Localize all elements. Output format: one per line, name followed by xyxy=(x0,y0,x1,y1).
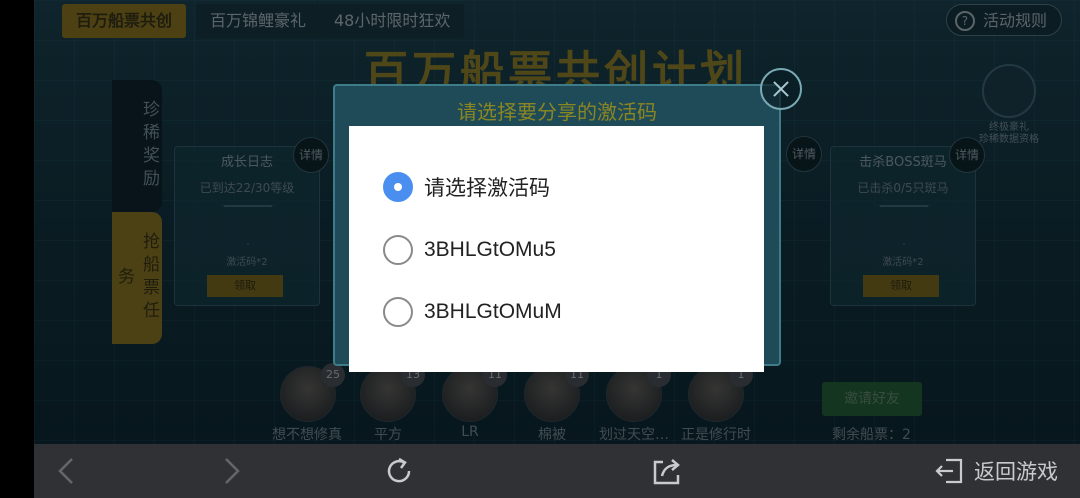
share-icon[interactable] xyxy=(650,454,684,488)
refresh-icon[interactable] xyxy=(382,454,416,488)
option-label: 请选择激活码 xyxy=(424,177,550,200)
option-label: 3BHLGtOMu5 xyxy=(424,238,556,261)
code-select-dialog: 请选择激活码 3BHLGtOMu5 3BHLGtOMuM xyxy=(349,126,764,372)
radio-checked-icon[interactable] xyxy=(383,172,413,202)
close-icon[interactable] xyxy=(760,68,802,110)
option-label: 3BHLGtOMuM xyxy=(424,300,562,323)
option-placeholder[interactable]: 请选择激活码 xyxy=(383,170,550,204)
share-panel-title: 请选择要分享的激活码 xyxy=(457,100,657,124)
return-label: 返回游戏 xyxy=(974,460,1058,484)
radio-icon[interactable] xyxy=(383,235,413,265)
option-code-2[interactable]: 3BHLGtOMuM xyxy=(383,295,562,329)
return-to-game-button[interactable]: 返回游戏 xyxy=(934,454,1058,488)
exit-icon xyxy=(935,458,963,484)
option-code-1[interactable]: 3BHLGtOMu5 xyxy=(383,233,556,267)
browser-bottom-bar: 返回游戏 xyxy=(34,444,1080,498)
radio-icon[interactable] xyxy=(383,297,413,327)
back-arrow-icon[interactable] xyxy=(50,454,84,488)
forward-arrow-icon[interactable] xyxy=(214,454,248,488)
